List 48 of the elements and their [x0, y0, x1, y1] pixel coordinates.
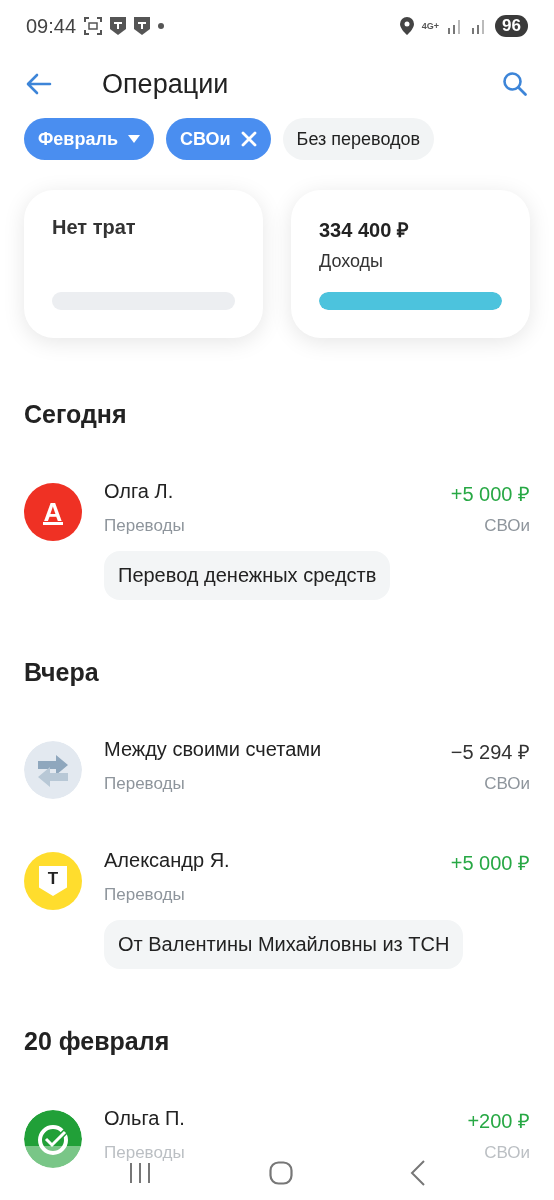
amount-text: +5 000 ₽	[450, 851, 530, 876]
amount-text: 334 400 ₽	[319, 218, 410, 243]
section-heading: Сегодня	[24, 398, 128, 430]
back-button[interactable]	[26, 73, 52, 95]
search-button[interactable]	[502, 71, 528, 97]
clock: 09:44	[26, 14, 77, 38]
close-icon	[240, 131, 257, 147]
section-heading: Вчера	[24, 656, 100, 688]
account-label: СВОи	[483, 1143, 530, 1164]
shield-icon	[110, 17, 127, 35]
bank-logo-icon	[24, 1110, 82, 1168]
category-label: Переводы	[104, 516, 186, 537]
comment-bubble: От Валентины Михайловны из ТСН	[104, 920, 464, 969]
network-label: 4G+	[421, 21, 440, 31]
section-heading: 20 февраля	[24, 1025, 171, 1057]
bank-logo-icon: Т	[24, 852, 82, 910]
category-label: Переводы	[104, 774, 186, 795]
battery-level: 96	[495, 15, 528, 37]
page-title: Операции	[102, 68, 230, 100]
dropdown-caret-icon	[127, 135, 140, 143]
amount-text: +5 000 ₽	[450, 482, 530, 507]
payee-name: Александр Я.	[104, 849, 231, 873]
amount-text: −5 294 ₽	[450, 740, 530, 765]
category-label: Переводы	[104, 885, 186, 906]
shield-icon	[134, 17, 151, 35]
category-label: Переводы	[104, 1143, 186, 1164]
amount-text: +200 ₽	[467, 1109, 530, 1134]
filter-chip[interactable]: Без переводов	[282, 118, 435, 160]
payee-name: Между своими счетами	[104, 738, 323, 762]
bank-logo-icon: А	[24, 483, 82, 541]
recent-apps-icon[interactable]	[128, 1162, 153, 1184]
home-icon[interactable]	[269, 1161, 293, 1185]
card-title: Нет трат	[52, 216, 137, 239]
back-icon[interactable]	[409, 1160, 426, 1186]
dot-icon	[158, 23, 165, 29]
transfer-arrows-icon	[24, 741, 82, 799]
card-title: Доходы	[319, 251, 385, 272]
payee-name: Олга Л.	[104, 480, 175, 504]
payee-name: Ольга П.	[104, 1107, 186, 1131]
summary-card[interactable]: 334 400 ₽ Доходы	[291, 190, 530, 338]
location-icon	[399, 17, 414, 35]
comment-bubble: Перевод денежных средств	[104, 551, 391, 600]
summary-card[interactable]: Нет трат	[24, 190, 263, 338]
account-label: СВОи	[483, 774, 530, 795]
account-label: СВОи	[483, 516, 530, 537]
back-arrow-icon	[26, 73, 52, 95]
screenshot-icon	[84, 17, 103, 35]
search-icon	[502, 71, 528, 97]
